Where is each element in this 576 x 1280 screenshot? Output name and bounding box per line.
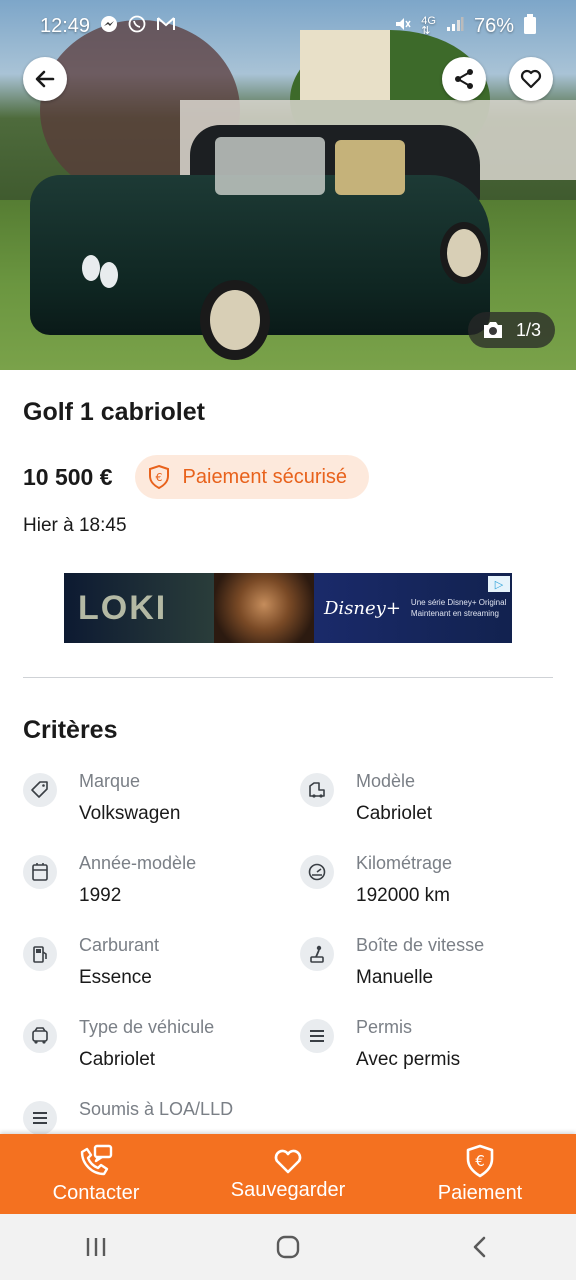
ad-disney-text: Une série Disney+ Original Maintenant en… — [411, 597, 506, 619]
system-navigation-bar — [0, 1214, 576, 1280]
advertisement-banner[interactable]: LOKI Disney+ Une série Disney+ Original … — [64, 573, 512, 643]
criteria-label: Kilométrage — [356, 853, 453, 873]
battery-level: 76% — [473, 14, 514, 37]
bottom-action-bar: Contacter Sauvegarder € Paiement — [0, 1134, 576, 1214]
criteria-grid: Marque Volkswagen Modèle Cabriolet Année… — [23, 771, 553, 1159]
mute-icon — [393, 15, 411, 38]
shield-euro-icon: € — [466, 1144, 494, 1177]
criteria-label: Permis — [356, 1017, 413, 1037]
listing-title: Golf 1 cabriolet — [23, 398, 205, 426]
payment-button[interactable]: € Paiement — [390, 1144, 570, 1205]
criteria-value: Cabriolet — [356, 803, 433, 824]
gearshift-icon — [300, 937, 334, 971]
shield-euro-icon: € — [148, 464, 169, 490]
heart-outline-icon — [274, 1149, 302, 1173]
fuel-pump-icon — [23, 937, 57, 971]
criteria-value: 1992 — [79, 885, 122, 906]
back-button[interactable] — [23, 57, 67, 101]
home-button[interactable] — [258, 1217, 318, 1277]
status-bar: 12:49 4G ⇅ 76% — [0, 0, 576, 52]
contact-button[interactable]: Contacter — [6, 1144, 186, 1205]
criteria-item-model: Modèle Cabriolet — [300, 771, 553, 831]
listing-price: 10 500 € — [23, 463, 113, 490]
criteria-label: Soumis à LOA/LLD — [79, 1099, 234, 1119]
svg-text:€: € — [475, 1152, 485, 1170]
criteria-value: Volkswagen — [79, 803, 181, 824]
list-icon — [300, 1019, 334, 1053]
price-row: 10 500 € € Paiement sécurisé — [23, 455, 553, 499]
criteria-item-vehicle-type: Type de véhicule Cabriolet — [23, 1017, 300, 1077]
criteria-value: 192000 km — [356, 885, 451, 906]
criteria-value: Cabriolet — [79, 1049, 156, 1070]
photo-car-windshield — [215, 137, 325, 195]
secure-payment-badge[interactable]: € Paiement sécurisé — [134, 455, 370, 499]
share-icon — [455, 69, 473, 89]
gmail-icon — [156, 16, 176, 37]
ad-disney-logo: Disney+ — [324, 597, 401, 619]
ad-disney-line1: Une série Disney+ Original — [410, 598, 507, 607]
criteria-item-fuel: Carburant Essence — [23, 935, 300, 995]
photo-car-wheel — [440, 222, 488, 284]
photo-counter-text: 1/3 — [516, 319, 542, 340]
criteria-item-brand: Marque Volkswagen — [23, 771, 300, 831]
svg-text:€: € — [155, 471, 162, 484]
listing-date: Hier à 18:45 — [23, 515, 127, 536]
criteria-label: Modèle — [356, 771, 416, 791]
whatsapp-icon — [128, 15, 146, 38]
signal-icon — [446, 16, 464, 37]
criteria-title: Critères — [23, 716, 118, 744]
listing-details: Golf 1 cabriolet 10 500 € € Paiement séc… — [0, 370, 576, 1159]
photo-car-headlight — [82, 255, 100, 281]
share-button[interactable] — [442, 57, 486, 101]
ad-portrait-image — [214, 573, 314, 643]
criteria-label: Boîte de vitesse — [356, 935, 485, 955]
photo-car-headlight — [100, 262, 118, 288]
criteria-value: Essence — [79, 967, 152, 988]
section-divider — [23, 677, 553, 678]
secure-payment-label: Paiement sécurisé — [182, 465, 348, 488]
phone-message-icon — [80, 1144, 113, 1175]
criteria-label: Type de véhicule — [79, 1017, 215, 1037]
photo-car-wheel — [200, 280, 270, 360]
ad-disney-line2: Maintenant en streaming — [410, 609, 499, 618]
camera-icon — [484, 322, 502, 338]
chevron-left-icon — [473, 1236, 486, 1258]
contact-label: Contacter — [52, 1181, 140, 1204]
messenger-icon — [100, 15, 118, 38]
arrow-left-icon — [35, 70, 55, 88]
battery-icon — [524, 13, 536, 39]
criteria-item-gearbox: Boîte de vitesse Manuelle — [300, 935, 553, 995]
odometer-icon — [300, 855, 334, 889]
ad-choices-icon[interactable]: ▷ — [488, 576, 510, 592]
calendar-icon — [23, 855, 57, 889]
home-icon — [276, 1235, 300, 1259]
save-button[interactable]: Sauvegarder — [198, 1147, 378, 1202]
ad-disney-panel: Disney+ Une série Disney+ Original Maint… — [314, 573, 512, 643]
ad-loki-logo: LOKI — [64, 573, 214, 643]
recent-apps-button[interactable] — [66, 1217, 126, 1277]
vehicle-type-icon — [23, 1019, 57, 1053]
payment-label: Paiement — [437, 1181, 523, 1204]
criteria-label: Marque — [79, 771, 141, 791]
system-back-button[interactable] — [450, 1217, 510, 1277]
criteria-value: Avec permis — [356, 1049, 461, 1070]
criteria-value: Manuelle — [356, 967, 434, 988]
heart-outline-icon — [520, 69, 542, 89]
criteria-item-mileage: Kilométrage 192000 km — [300, 853, 553, 913]
recent-apps-icon — [86, 1238, 106, 1256]
tag-icon — [23, 773, 57, 807]
photo-car-side-window — [335, 140, 405, 195]
criteria-label: Carburant — [79, 935, 160, 955]
4g-icon: 4G ⇅ — [421, 15, 436, 37]
criteria-item-license: Permis Avec permis — [300, 1017, 553, 1077]
clock: 12:49 — [40, 14, 91, 37]
criteria-item-year: Année-modèle 1992 — [23, 853, 300, 913]
car-model-icon — [300, 773, 334, 807]
criteria-label: Année-modèle — [79, 853, 197, 873]
photo-counter[interactable]: 1/3 — [468, 312, 556, 348]
save-label: Sauvegarder — [230, 1178, 346, 1201]
favorite-button[interactable] — [509, 57, 553, 101]
list-icon — [23, 1101, 57, 1135]
